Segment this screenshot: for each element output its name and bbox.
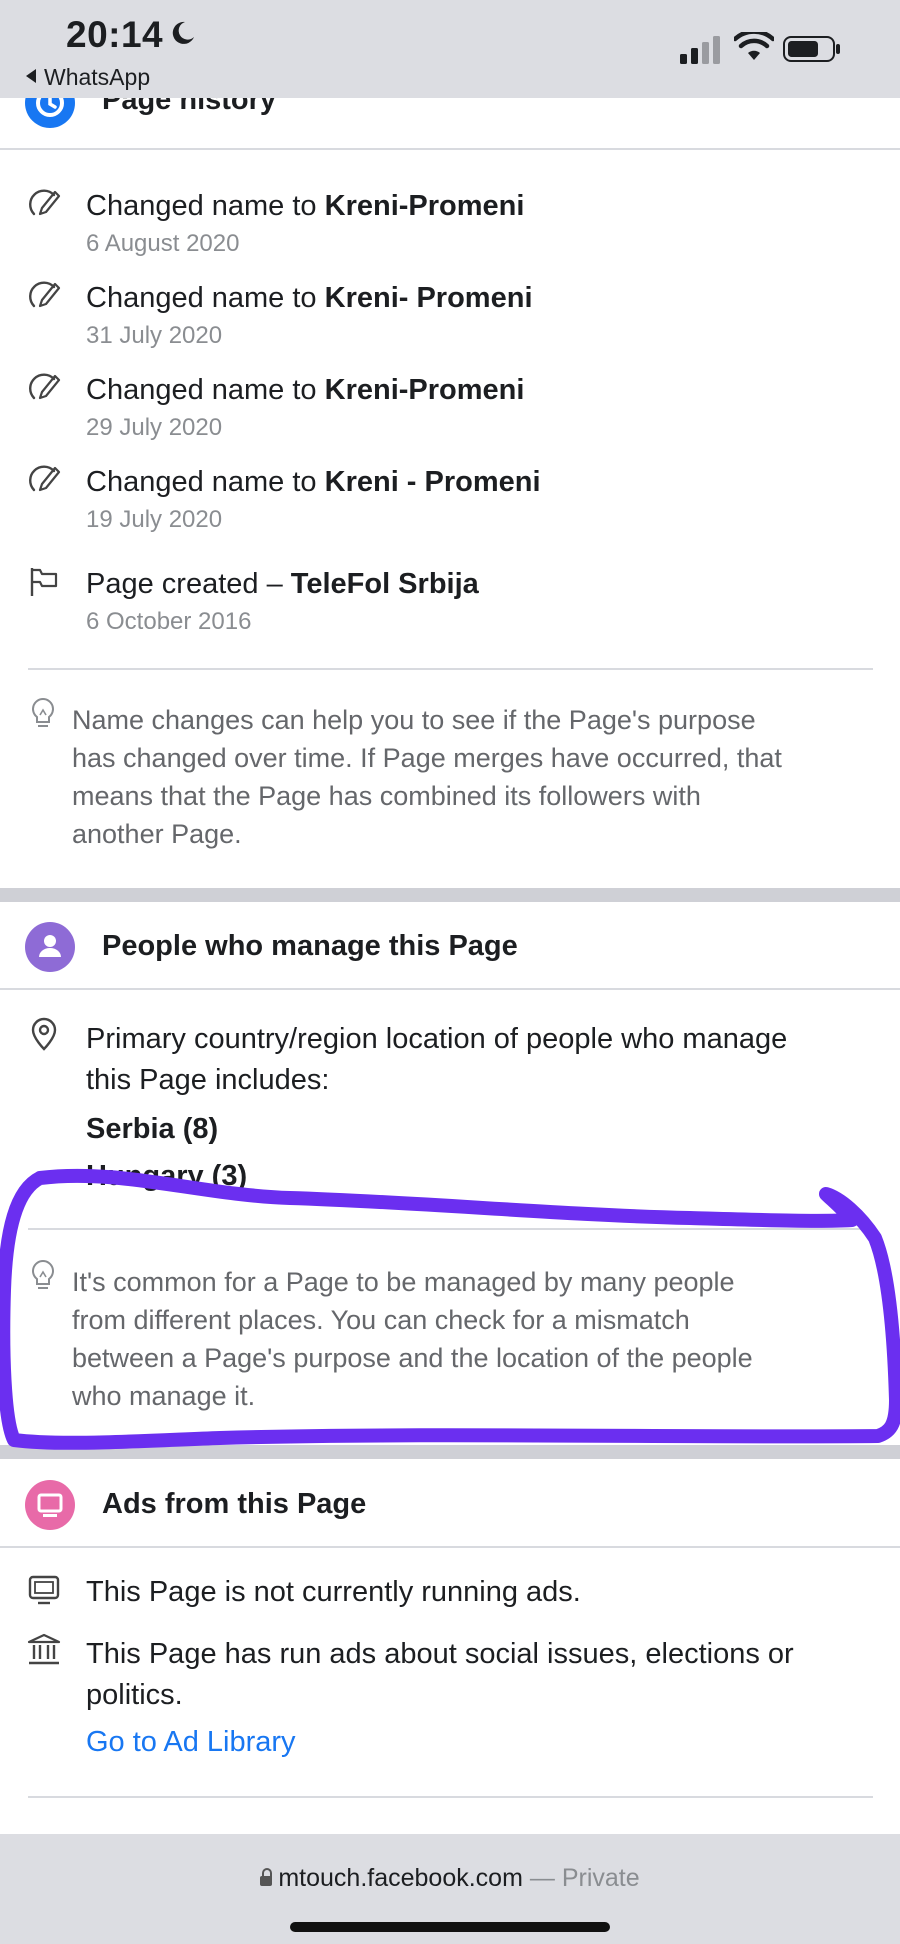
cellular-signal-icon: [680, 36, 720, 64]
status-time: 20:14: [66, 14, 164, 55]
home-indicator[interactable]: [290, 1922, 610, 1932]
history-entry-date: 19 July 2020: [86, 506, 223, 533]
page-transparency-content: Page history Changed name to Kreni-Prome…: [0, 98, 900, 1834]
tip-line: between a Page's purpose and the locatio…: [72, 1343, 753, 1373]
government-building-icon: [27, 1633, 61, 1665]
ads-social-issues: This Page has run ads about social issue…: [86, 1634, 886, 1716]
section-separator: [0, 1445, 900, 1459]
section-separator: [0, 888, 900, 902]
people-manage-title: People who manage this Page: [102, 930, 518, 962]
history-entry-action: Changed name to: [86, 374, 325, 406]
tip-line: has changed over time. If Page merges ha…: [72, 743, 782, 773]
history-entry-action: Changed name to: [86, 282, 325, 314]
history-entry-date: 6 October 2016: [86, 608, 252, 635]
page-history-header: Page history: [0, 98, 900, 132]
history-entry-name: Kreni-Promeni: [324, 374, 525, 406]
flag-icon: [30, 568, 58, 596]
divider: [28, 1796, 873, 1798]
history-entry-text: Changed name to Kreni-Promeni: [86, 372, 524, 408]
tip-line: Name changes can help you to see if the …: [72, 705, 756, 735]
location-pin-icon: [31, 1017, 57, 1051]
lightbulb-icon: [32, 1259, 54, 1289]
status-bar: 20:14 WhatsApp: [0, 0, 900, 98]
history-entry-action: Page created –: [86, 568, 291, 600]
location-line: Primary country/region location of peopl…: [86, 1023, 788, 1055]
history-entry-date: 31 July 2020: [86, 322, 223, 349]
monitor-icon: [25, 1480, 75, 1530]
history-entry-text: Changed name to Kreni - Promeni: [86, 464, 541, 500]
edit-icon: [29, 281, 61, 308]
back-app-label: WhatsApp: [44, 64, 151, 90]
lightbulb-icon: [32, 697, 54, 727]
tip-line: from different places. You can check for…: [72, 1305, 690, 1335]
country-hungary: Hungary (3): [86, 1160, 248, 1192]
country-serbia: Serbia (8): [86, 1113, 219, 1145]
people-manage-tip: It's common for a Page to be managed by …: [72, 1263, 872, 1415]
divider: [28, 1228, 873, 1230]
people-manage-header: People who manage this Page: [0, 918, 900, 976]
history-entry-text: Changed name to Kreni- Promeni: [86, 280, 533, 316]
history-entry-date: 29 July 2020: [86, 414, 223, 441]
ads-title: Ads from this Page: [102, 1488, 367, 1520]
divider: [28, 668, 873, 670]
history-entry-text: Changed name to Kreni-Promeni: [86, 188, 524, 224]
ad-library-link[interactable]: Go to Ad Library: [86, 1724, 296, 1760]
back-arrow-icon: [26, 69, 36, 83]
social-line: politics.: [86, 1679, 183, 1711]
tip-line: another Page.: [72, 819, 242, 849]
screen-icon: [28, 1575, 60, 1605]
tip-line: who manage it.: [72, 1381, 256, 1411]
history-entry-name: Kreni - Promeni: [324, 466, 541, 498]
social-line: This Page has run ads about social issue…: [86, 1638, 794, 1670]
history-entry-action: Changed name to: [86, 190, 325, 222]
location-line: this Page includes:: [86, 1064, 330, 1096]
history-entry-date: 6 August 2020: [86, 230, 240, 257]
edit-icon: [29, 189, 61, 216]
browser-bottom-bar: mtouch.facebook.com — Private: [0, 1834, 900, 1944]
ads-header: Ads from this Page: [0, 1476, 900, 1534]
lock-icon: [260, 1868, 273, 1886]
history-entry-name: TeleFol Srbija: [290, 568, 479, 600]
private-label: Private: [561, 1864, 640, 1892]
history-entry-text: Page created – TeleFol Srbija: [86, 566, 479, 602]
address-bar[interactable]: mtouch.facebook.com — Private: [0, 1864, 900, 1893]
page-history-tip: Name changes can help you to see if the …: [72, 701, 872, 853]
location-description: Primary country/region location of peopl…: [86, 1019, 886, 1101]
tip-line: It's common for a Page to be managed by …: [72, 1267, 735, 1297]
battery-icon: [783, 36, 840, 62]
divider: [0, 148, 900, 150]
history-entry-name: Kreni-Promeni: [324, 190, 525, 222]
url-text: mtouch.facebook.com: [278, 1864, 523, 1892]
tip-line: means that the Page has combined its fol…: [72, 781, 701, 811]
history-entry-name: Kreni- Promeni: [324, 282, 533, 314]
url-separator: —: [522, 1864, 562, 1892]
wifi-icon: [734, 32, 774, 60]
back-to-app-link[interactable]: WhatsApp: [26, 64, 150, 91]
history-entry-action: Changed name to: [86, 466, 325, 498]
divider: [0, 988, 900, 990]
page-history-title: Page history: [102, 98, 277, 116]
moon-icon: [172, 21, 194, 44]
edit-icon: [29, 465, 61, 492]
edit-icon: [29, 373, 61, 400]
person-icon: [25, 922, 75, 972]
clock-icon: [25, 98, 75, 128]
ads-not-running: This Page is not currently running ads.: [86, 1576, 581, 1608]
divider: [0, 1546, 900, 1548]
